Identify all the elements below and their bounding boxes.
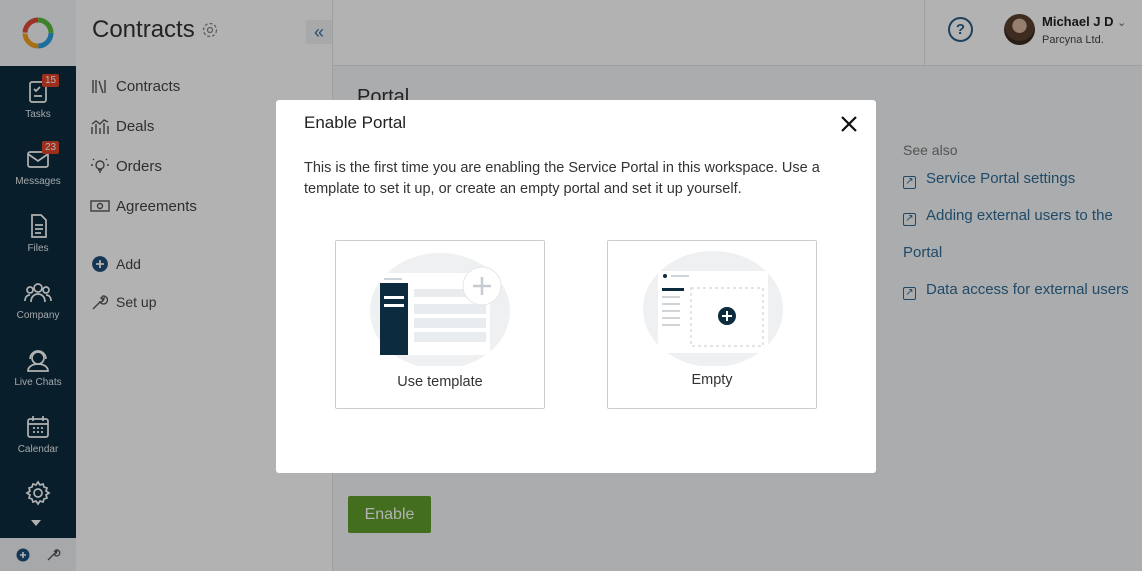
dialog-description: This is the first time you are enabling …	[304, 160, 820, 197]
template-illustration	[370, 253, 510, 366]
option-label: Empty	[691, 372, 733, 388]
enable-portal-dialog: Enable Portal This is the first time you…	[276, 100, 876, 473]
close-icon[interactable]	[838, 113, 860, 135]
empty-portal-option[interactable]: Empty	[607, 240, 817, 409]
empty-portal-illustration	[643, 251, 783, 366]
dialog-title: Enable Portal	[304, 113, 407, 132]
use-template-option[interactable]: Use template	[335, 240, 545, 409]
option-label: Use template	[397, 374, 483, 390]
